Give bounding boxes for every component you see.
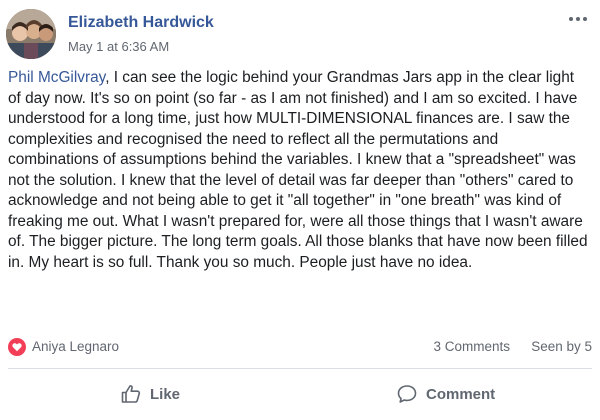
reactions-row: Aniya Legnaro 3 Comments Seen by 5	[8, 336, 592, 360]
post-body-text: , I can see the logic behind your Grandm…	[8, 69, 588, 271]
comment-button[interactable]: Comment	[396, 378, 495, 410]
comments-count[interactable]: 3 Comments	[433, 339, 510, 354]
comment-label: Comment	[426, 385, 496, 403]
avatar[interactable]	[6, 9, 56, 59]
action-bar: Like Comment	[8, 374, 592, 414]
divider	[8, 368, 592, 369]
thumbs-up-icon	[120, 383, 142, 405]
seen-by-count[interactable]: Seen by 5	[531, 339, 592, 354]
like-label: Like	[150, 385, 181, 403]
mention-link[interactable]: Phil McGilvray	[8, 69, 105, 86]
more-options-icon[interactable]	[566, 10, 590, 28]
facebook-post: Elizabeth Hardwick May 1 at 6:36 AM Phil…	[0, 0, 600, 420]
like-button[interactable]: Like	[120, 378, 180, 410]
author-name[interactable]: Elizabeth Hardwick	[68, 14, 214, 32]
comment-bubble-icon	[396, 383, 418, 405]
post-timestamp[interactable]: May 1 at 6:36 AM	[68, 39, 169, 54]
post-body: Phil McGilvray, I can see the logic behi…	[8, 68, 588, 273]
reactor-name[interactable]: Aniya Legnaro	[32, 339, 119, 354]
post-header: Elizabeth Hardwick May 1 at 6:36 AM	[6, 6, 594, 64]
avatar-photo	[6, 9, 56, 59]
love-reaction-icon[interactable]	[8, 338, 26, 356]
